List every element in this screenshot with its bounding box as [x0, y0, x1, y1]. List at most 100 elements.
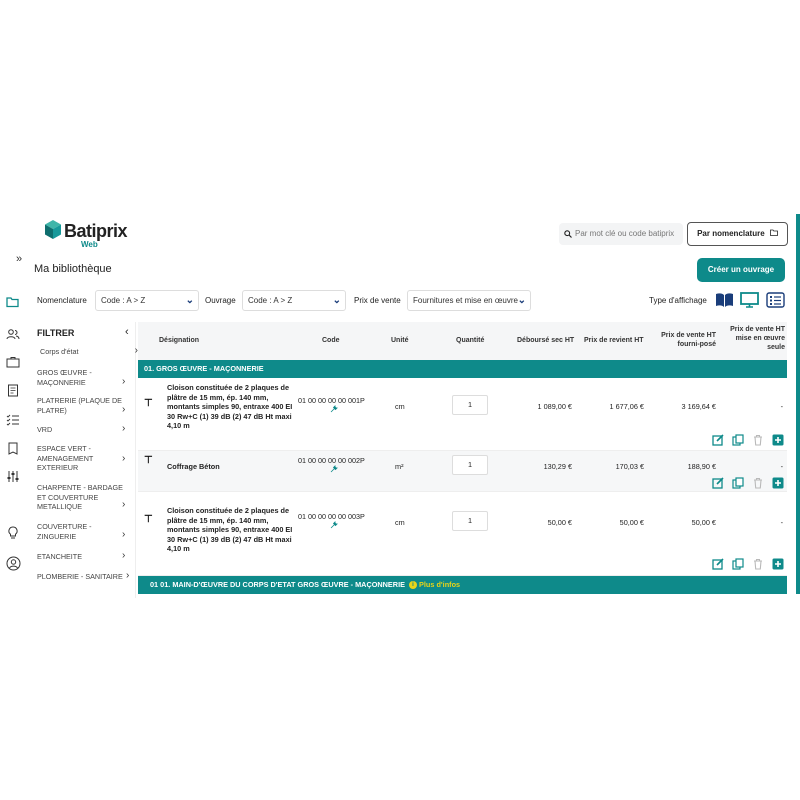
chevron-right-icon[interactable]: › [122, 376, 135, 387]
row-revient: 170,03 € [615, 462, 644, 471]
col-vente-moe[interactable]: Prix de vente HT mise en œuvre seule [725, 325, 785, 352]
sidebar-item-vrd[interactable]: VRD [37, 425, 127, 435]
duplicate-icon[interactable] [732, 477, 744, 489]
book-icon[interactable] [6, 442, 20, 456]
sidebar-item-charpente[interactable]: CHARPENTE - BARDAGE ET COUVERTURE METALL… [37, 483, 127, 512]
monitor-view-icon[interactable] [740, 292, 759, 308]
row-designation: Coffrage Béton [167, 462, 220, 471]
sidebar-item-label: ESPACE VERT - AMENAGEMENT EXTERIEUR [37, 444, 94, 473]
sidebar-item-etancheite[interactable]: ETANCHEITE [37, 552, 127, 562]
col-quantite[interactable]: Quantité [456, 336, 484, 345]
add-icon[interactable] [772, 434, 784, 446]
row-code: 01 00 00 00 00 003P [298, 512, 365, 521]
info-icon: i [409, 581, 417, 590]
trash-icon[interactable] [752, 434, 764, 446]
row-code: 01 00 00 00 00 002P [298, 456, 365, 465]
add-icon[interactable] [772, 558, 784, 570]
sidebar-item-label: COUVERTURE - ZINGUERIE [37, 522, 92, 541]
sidebar-item-couverture[interactable]: COUVERTURE - ZINGUERIE [37, 522, 123, 541]
sidebar-item-label: PLOMBERIE - SANITAIRE [37, 572, 123, 581]
group-title: 01. GROS ŒUVRE - MAÇONNERIE [144, 364, 264, 373]
sidebar-item-label: PLATRERIE (PLAQUE DE PLATRE) [37, 396, 122, 415]
nomenclature-select[interactable]: Code : A > Z ⌄ [95, 290, 199, 311]
wrench-icon[interactable] [330, 465, 338, 475]
chevron-right-icon[interactable]: › [122, 499, 135, 510]
duplicate-icon[interactable] [732, 558, 744, 570]
table-row[interactable]: ⊤ Coffrage Béton 01 00 00 00 00 002P m² … [138, 451, 787, 492]
by-nomenclature-label: Par nomenclature [697, 229, 765, 238]
filter-title: FILTRER [37, 328, 75, 338]
edit-icon[interactable] [712, 558, 724, 570]
logo-text: Batiprix [64, 221, 128, 241]
create-ouvrage-button[interactable]: Créer un ouvrage [697, 258, 785, 282]
trash-icon[interactable] [752, 477, 764, 489]
quantity-input[interactable]: 1 [452, 455, 488, 475]
plus-infos-link[interactable]: Plus d'infos [419, 580, 460, 589]
batiprix-logo[interactable]: Batiprix Web [44, 219, 134, 249]
trash-icon[interactable] [752, 558, 764, 570]
ouvrage-label: Ouvrage [205, 296, 236, 305]
list-view-icon[interactable] [766, 292, 785, 308]
chevron-right-icon[interactable]: › [122, 423, 135, 434]
sidebar-item-corps-etat[interactable]: Corps d'état › [40, 346, 138, 357]
chevron-down-icon: ⌄ [332, 295, 341, 306]
sidebar-item-espace-vert[interactable]: ESPACE VERT - AMENAGEMENT EXTERIEUR [37, 444, 123, 473]
sidebar-item-label: Corps d'état [40, 347, 79, 356]
add-icon[interactable] [772, 477, 784, 489]
search-input[interactable]: Par mot clé ou code batiprix [559, 223, 683, 245]
account-icon[interactable] [6, 556, 21, 571]
users-icon[interactable] [6, 328, 20, 342]
pin-icon[interactable]: ⊤ [144, 455, 153, 466]
table-header: Désignation Code Unité Quantité Déboursé… [138, 322, 787, 360]
by-nomenclature-button[interactable]: Par nomenclature [687, 222, 788, 246]
duplicate-icon[interactable] [732, 434, 744, 446]
col-revient[interactable]: Prix de revient HT [584, 336, 644, 345]
table-row[interactable]: ⊤ Cloison constituée de 2 plaques de plâ… [138, 492, 787, 576]
row-vente-fp: 188,90 € [687, 462, 716, 471]
sidebar-item-plomberie[interactable]: PLOMBERIE - SANITAIRE [37, 572, 137, 582]
col-debourse[interactable]: Déboursé sec HT [517, 336, 574, 345]
sidebar-item-platrerie[interactable]: PLATRERIE (PLAQUE DE PLATRE) [37, 396, 127, 415]
pin-icon[interactable]: ⊤ [144, 514, 153, 525]
briefcase-icon[interactable] [6, 356, 20, 370]
scrollbar[interactable] [796, 214, 800, 594]
ouvrage-value: Code : A > Z [248, 296, 293, 305]
edit-icon[interactable] [712, 477, 724, 489]
quantity-input[interactable]: 1 [452, 395, 488, 415]
pin-icon[interactable]: ⊤ [144, 398, 153, 409]
expand-icon[interactable]: » [16, 253, 22, 265]
chevron-right-icon[interactable]: › [122, 529, 135, 540]
collapse-icon[interactable]: ‹ [125, 326, 129, 338]
document-icon[interactable] [6, 384, 20, 398]
app-window: » Batiprix Web Par mot clé ou code batip… [0, 210, 800, 598]
ouvrage-select[interactable]: Code : A > Z ⌄ [242, 290, 346, 311]
wrench-icon[interactable] [330, 521, 338, 531]
chevron-right-icon[interactable]: › [126, 570, 135, 581]
edit-icon[interactable] [712, 434, 724, 446]
chevron-right-icon[interactable]: › [122, 404, 135, 415]
wrench-icon[interactable] [330, 405, 338, 415]
sidebar-item-gros-oeuvre[interactable]: GROS ŒUVRE - MAÇONNERIE [37, 368, 127, 387]
lightbulb-icon[interactable] [6, 526, 20, 540]
sidebar-item-label: CHARPENTE - BARDAGE ET COUVERTURE METALL… [37, 483, 123, 512]
group-row-gros-oeuvre[interactable]: 01. GROS ŒUVRE - MAÇONNERIE [138, 360, 787, 378]
table-row[interactable]: ⊤ Cloison constituée de 2 plaques de plâ… [138, 378, 787, 451]
chevron-right-icon[interactable]: › [122, 453, 135, 464]
folder-small-icon [770, 229, 778, 236]
row-unite: cm [395, 518, 405, 527]
row-designation: Cloison constituée de 2 plaques de plâtr… [167, 383, 293, 430]
folder-icon[interactable] [6, 296, 20, 310]
chevron-right-icon[interactable]: › [122, 550, 135, 561]
quantity-input[interactable]: 1 [452, 511, 488, 531]
group-row-main-oeuvre[interactable]: 01 01. MAIN-D'ŒUVRE DU CORPS D'ETAT GROS… [138, 576, 787, 594]
prix-vente-select[interactable]: Fournitures et mise en œuvre ⌄ [407, 290, 531, 311]
col-vente-fp[interactable]: Prix de vente HT fourni-posé [652, 331, 716, 349]
settings-sliders-icon[interactable] [6, 470, 20, 484]
book-view-icon[interactable] [715, 292, 734, 308]
col-unite[interactable]: Unité [391, 336, 409, 345]
col-code[interactable]: Code [322, 336, 340, 345]
row-vente-moe: - [780, 402, 783, 411]
col-designation[interactable]: Désignation [159, 336, 199, 345]
checklist-icon[interactable] [6, 414, 20, 428]
row-debourse: 50,00 € [547, 518, 572, 527]
